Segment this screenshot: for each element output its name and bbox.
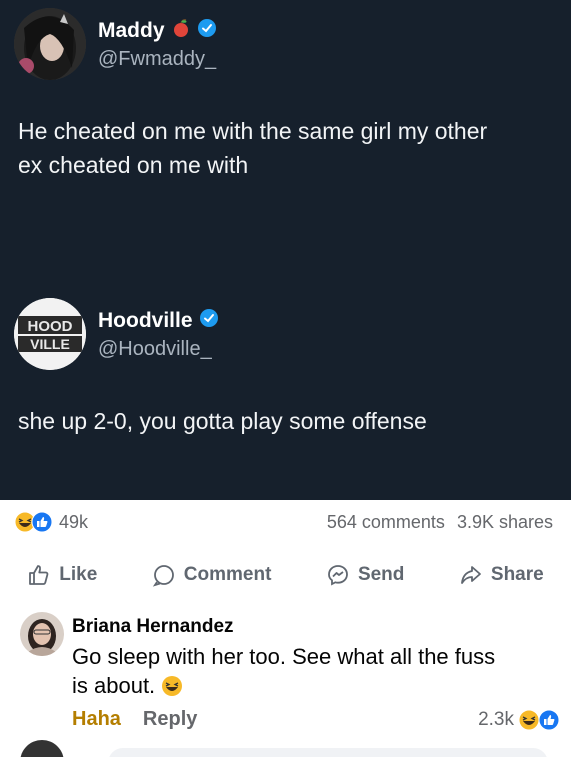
like-icon: [538, 709, 560, 730]
send-button[interactable]: Send: [326, 563, 404, 587]
shares-count[interactable]: 3.9K shares: [457, 512, 553, 533]
comment-button[interactable]: Comment: [152, 563, 272, 587]
tweet1-header: Maddy @Fwmaddy_: [14, 8, 217, 80]
laughing-emoji-icon: [162, 675, 183, 696]
tweet-screenshot: Maddy @Fwmaddy_ He cheated on me with th…: [0, 0, 571, 500]
commenter-avatar[interactable]: [20, 612, 64, 656]
share-button[interactable]: Share: [459, 563, 544, 587]
tweet2-handle[interactable]: @Hoodville_: [98, 338, 219, 361]
comment-text-line1: Go sleep with her too. See what all the …: [72, 644, 496, 669]
haha-icon: [518, 709, 540, 730]
messenger-icon: [328, 565, 348, 586]
hoodville-logo-top: HOOD: [28, 318, 73, 335]
tweet1-text-line1: He cheated on me with the same girl my o…: [18, 118, 488, 144]
apple-emoji-icon: [171, 18, 191, 44]
tweet1-handle[interactable]: @Fwmaddy_: [98, 48, 217, 71]
tweet2-header: HOOD VILLE Hoodville @Hoodville_: [14, 298, 219, 370]
verified-badge-icon: [197, 18, 217, 44]
comment-author[interactable]: Briana Hernandez: [72, 616, 560, 638]
share-arrow-icon: [461, 566, 481, 584]
like-icon: [31, 511, 53, 533]
comment-text-line2: is about.: [72, 673, 156, 698]
maddy-avatar[interactable]: [14, 8, 86, 80]
send-label: Send: [357, 564, 405, 585]
tweet1-text: He cheated on me with the same girl my o…: [18, 114, 487, 182]
hoodville-logo-bottom: VILLE: [30, 336, 70, 352]
comment-reaction-count: 2.3k: [478, 708, 514, 730]
comment-reaction-link[interactable]: Haha: [72, 708, 121, 731]
tweet2-name[interactable]: Hoodville: [98, 309, 193, 333]
comment-reply-link[interactable]: Reply: [143, 708, 197, 731]
comment-text: Go sleep with her too. See what all the …: [72, 642, 560, 700]
comments-count[interactable]: 564 comments: [327, 512, 445, 533]
verified-badge-icon: [199, 308, 219, 334]
reaction-summary[interactable]: 49k: [14, 511, 88, 533]
comment-item: Briana Hernandez Go sleep with her too. …: [20, 612, 560, 731]
thumbs-up-icon: [29, 565, 49, 585]
reaction-count: 49k: [59, 511, 89, 532]
share-label: Share: [490, 564, 544, 585]
tweet2-text: she up 2-0, you gotta play some offense: [18, 408, 427, 434]
post-stats: 49k 564 comments 3.9K shares: [0, 500, 571, 544]
post-actions: Like Comment Send Share: [0, 553, 571, 597]
tweet1-text-line2: ex cheated on me with: [18, 152, 249, 178]
comment-reaction-summary[interactable]: 2.3k: [478, 709, 560, 731]
like-label: Like: [59, 564, 98, 585]
tweet1-name[interactable]: Maddy: [98, 19, 165, 43]
like-button[interactable]: Like: [27, 563, 97, 587]
hoodville-avatar[interactable]: HOOD VILLE: [14, 298, 86, 370]
next-comment-bubble: [108, 748, 548, 757]
next-comment-avatar: [20, 740, 64, 757]
comment-bubble-icon: [152, 565, 174, 587]
comment-label: Comment: [183, 564, 272, 585]
